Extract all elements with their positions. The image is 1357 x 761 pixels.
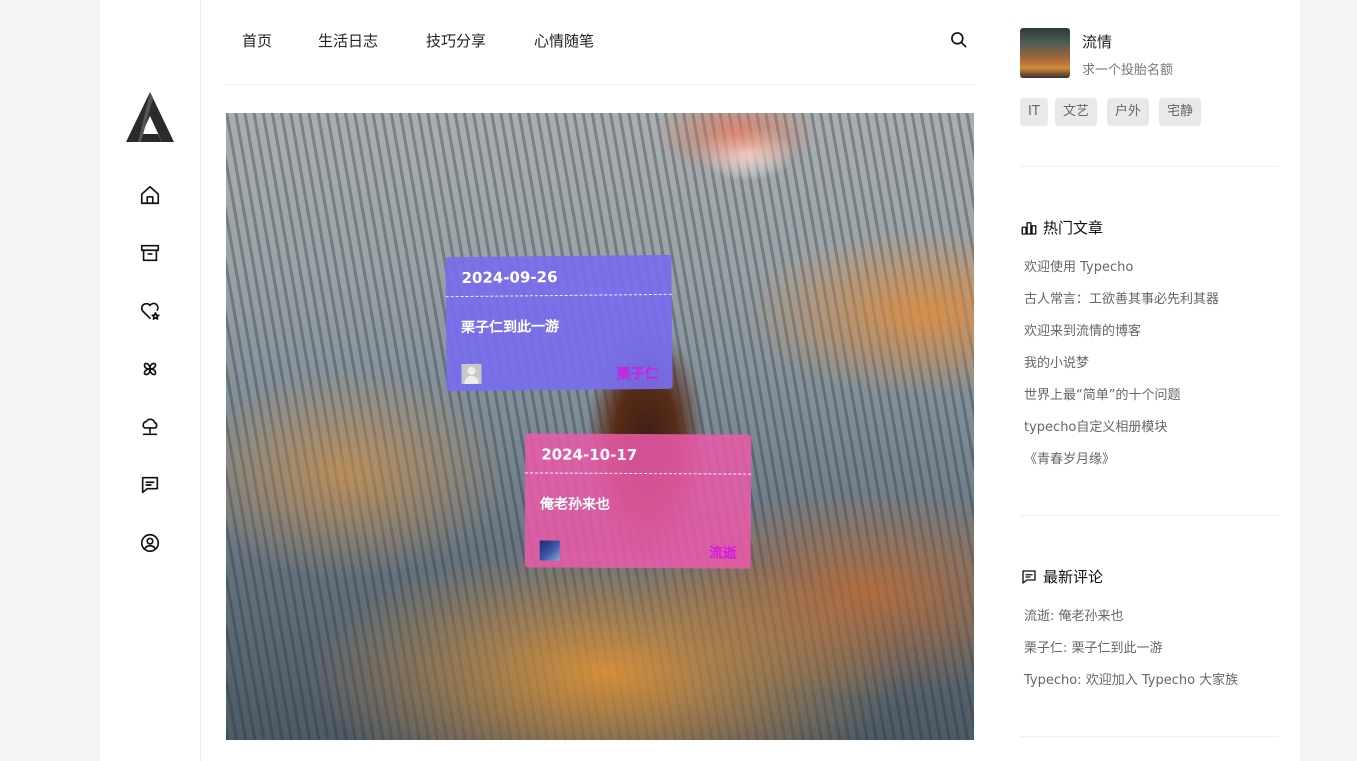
right-sidebar: 流情 求一个投胎名额 IT 文艺 户外 宅静 热门文章 欢迎使用 Typecho…: [999, 0, 1300, 761]
note-author[interactable]: 流逝: [709, 542, 737, 562]
hot-post-link[interactable]: 《青春岁月缘》: [1024, 448, 1115, 467]
note-divider: [445, 293, 672, 298]
nav-life-log[interactable]: 生活日志: [318, 30, 378, 51]
hot-post-link[interactable]: 世界上最“简单”的十个问题: [1024, 384, 1180, 403]
comment-link[interactable]: 流逝: 俺老孙来也: [1024, 605, 1124, 624]
divider: [1020, 166, 1279, 167]
tag-literary[interactable]: 文艺: [1055, 98, 1098, 126]
hot-posts-title: 热门文章: [1020, 217, 1103, 238]
main-content: 首页 生活日志 技巧分享 心情随笔 2024-09-26 栗子仁到此一游 栗子仁…: [201, 0, 999, 761]
comment-icon: [1022, 569, 1036, 584]
message-icon[interactable]: [137, 472, 163, 498]
tag-outdoor[interactable]: 户外: [1107, 98, 1150, 126]
bar-chart-icon: [1021, 221, 1037, 235]
cloud-icon[interactable]: [137, 414, 163, 440]
hot-post-link[interactable]: typecho自定义相册模块: [1024, 416, 1167, 435]
profile-avatar[interactable]: [1020, 28, 1070, 78]
comment-link[interactable]: Typecho: 欢迎加入 Typecho 大家族: [1024, 669, 1238, 688]
nav-home[interactable]: 首页: [242, 30, 272, 51]
tag-homebody[interactable]: 宅静: [1159, 98, 1202, 126]
note-text: 俺老孙来也: [539, 496, 611, 513]
recent-comments-title: 最新评论: [1020, 566, 1103, 587]
avatar: [539, 540, 560, 561]
top-navigation: 首页 生活日志 技巧分享 心情随笔: [226, 0, 974, 85]
user-circle-icon[interactable]: [137, 530, 163, 556]
hot-post-link[interactable]: 古人常言：工欲善其事必先利其器: [1024, 288, 1219, 307]
left-sidebar: [100, 0, 201, 761]
divider: [1020, 515, 1279, 516]
note-date: 2024-09-26: [461, 268, 558, 288]
hot-post-link[interactable]: 欢迎使用 Typecho: [1024, 256, 1133, 275]
home-icon[interactable]: [137, 182, 163, 208]
hot-post-link[interactable]: 欢迎来到流情的博客: [1024, 320, 1141, 339]
message-wall-image: 2024-09-26 栗子仁到此一游 栗子仁 2024-10-17 俺老孙来也 …: [226, 113, 974, 740]
profile-bio: 求一个投胎名额: [1082, 63, 1174, 78]
note-date: 2024-10-17: [541, 445, 638, 464]
profile-name: 流情: [1082, 33, 1113, 51]
note-divider: [525, 472, 752, 475]
nav-tips[interactable]: 技巧分享: [426, 30, 486, 51]
site-logo[interactable]: [124, 90, 176, 144]
nav-mood[interactable]: 心情随笔: [534, 30, 594, 51]
hot-posts-label: 热门文章: [1043, 219, 1104, 237]
note-author[interactable]: 栗子仁: [616, 363, 658, 383]
message-note[interactable]: 2024-09-26 栗子仁到此一游 栗子仁: [445, 254, 673, 392]
tag-it[interactable]: IT: [1020, 98, 1048, 126]
avatar: [461, 363, 482, 385]
comment-link[interactable]: 栗子仁: 栗子仁到此一游: [1024, 637, 1163, 656]
search-icon[interactable]: [949, 30, 971, 52]
hot-post-link[interactable]: 我的小说梦: [1024, 352, 1089, 371]
pinwheel-icon[interactable]: [137, 356, 163, 382]
message-note[interactable]: 2024-10-17 俺老孙来也 流逝: [524, 433, 752, 569]
archive-icon[interactable]: [137, 240, 163, 266]
recent-comments-label: 最新评论: [1043, 568, 1104, 586]
note-text: 栗子仁到此一游: [460, 319, 560, 337]
divider: [1020, 736, 1279, 737]
heart-star-icon[interactable]: [137, 298, 163, 324]
